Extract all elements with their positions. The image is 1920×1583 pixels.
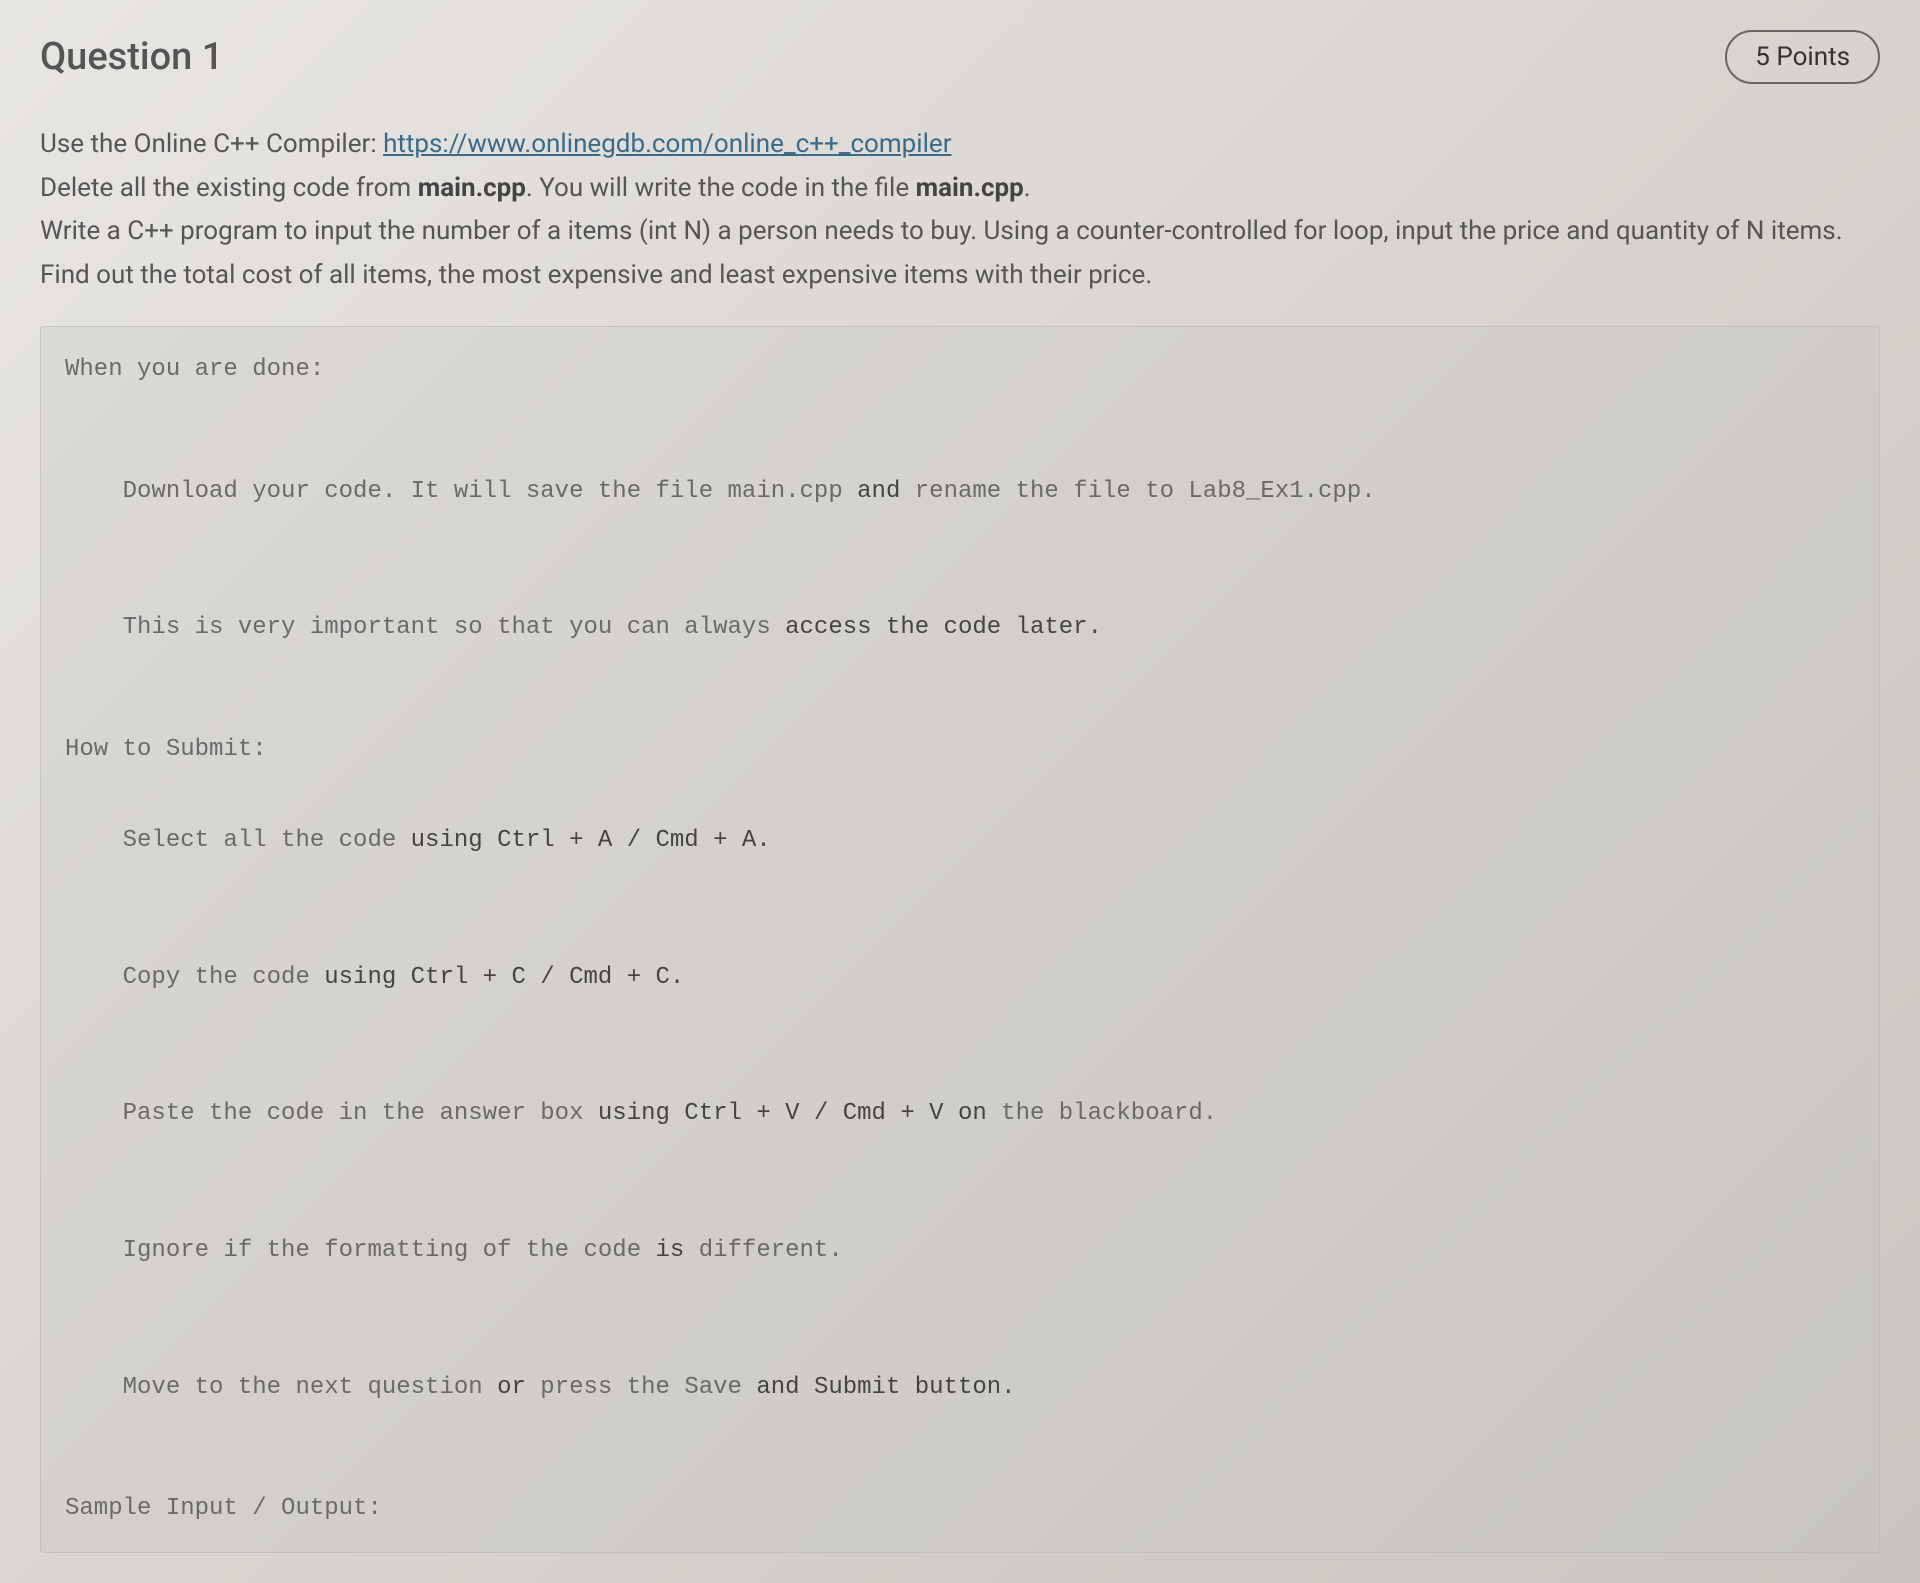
- filename-bold-2: main.cpp: [916, 173, 1024, 203]
- body-line-4: Find out the total cost of all items, th…: [40, 255, 1880, 297]
- code-line-10: Sample Input / Output:: [65, 1486, 1855, 1532]
- question-body: Use the Online C++ Compiler: https://www…: [40, 124, 1880, 296]
- body-line-1-prefix: Use the Online C++ Compiler:: [40, 129, 383, 159]
- code-line-8: Ignore if the formatting of the code is …: [65, 1182, 1855, 1319]
- body-line-1: Use the Online C++ Compiler: https://www…: [40, 124, 1880, 166]
- compiler-link[interactable]: https://www.onlinegdb.com/online_c++_com…: [383, 129, 951, 159]
- code-line-6: Copy the code using Ctrl + C / Cmd + C.: [65, 909, 1855, 1046]
- question-title: Question 1: [40, 35, 223, 79]
- body-line-2: Delete all the existing code from main.c…: [40, 168, 1880, 210]
- question-header: Question 1 5 Points: [40, 30, 1880, 84]
- code-line-7: Paste the code in the answer box using C…: [65, 1046, 1855, 1183]
- filename-bold: main.cpp: [418, 173, 526, 203]
- code-line-9: Move to the next question or press the S…: [65, 1319, 1855, 1456]
- code-line-3: This is very important so that you can a…: [65, 560, 1855, 697]
- code-line-2: Download your code. It will save the fil…: [65, 423, 1855, 560]
- code-line-5: Select all the code using Ctrl + A / Cmd…: [65, 772, 1855, 909]
- code-line-1: When you are done:: [65, 347, 1855, 393]
- instructions-code-block: When you are done: Download your code. I…: [40, 326, 1880, 1552]
- code-line-4: How to Submit:: [65, 727, 1855, 773]
- body-line-3: Write a C++ program to input the number …: [40, 211, 1880, 253]
- points-badge: 5 Points: [1725, 30, 1880, 84]
